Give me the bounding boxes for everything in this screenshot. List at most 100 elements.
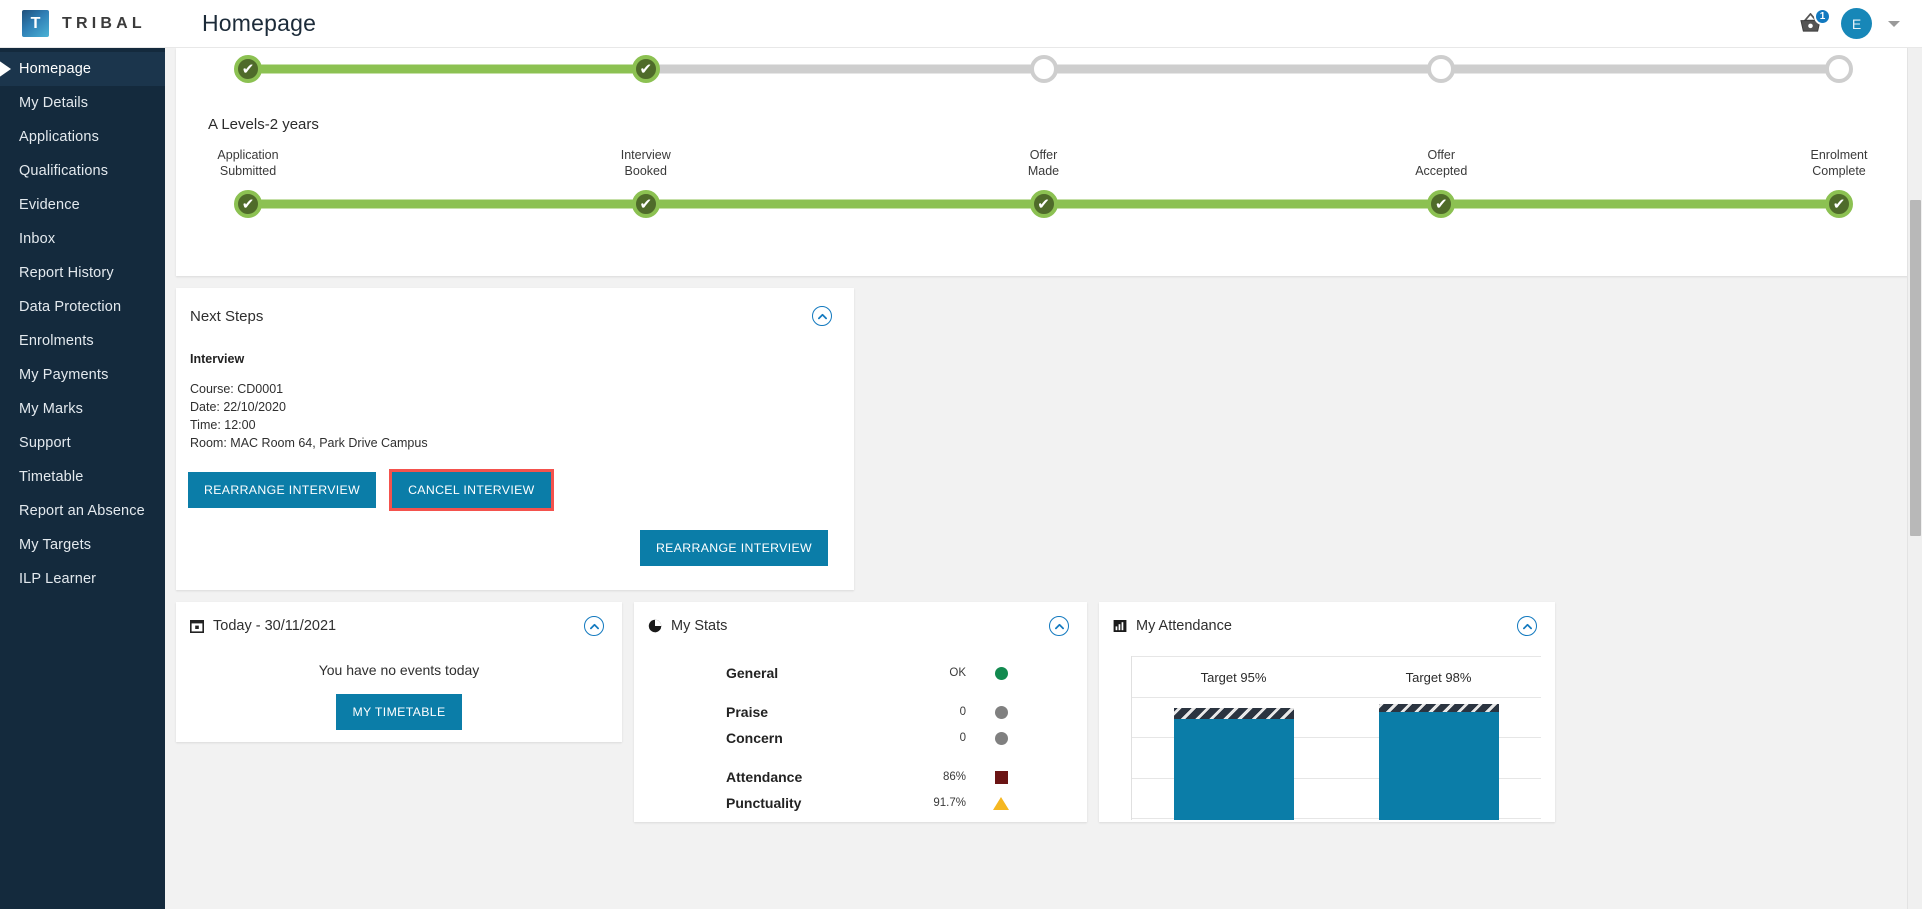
chart-bar[interactable] <box>1378 704 1499 820</box>
chart-bar[interactable] <box>1173 707 1294 820</box>
bar-chart-icon <box>1113 620 1127 632</box>
sidebar-item-report-an-absence[interactable]: Report an Absence <box>0 494 165 528</box>
sidebar-item-data-protection[interactable]: Data Protection <box>0 290 165 324</box>
rearrange-interview-button-secondary[interactable]: REARRANGE INTERVIEW <box>639 530 828 566</box>
sidebar-item-support[interactable]: Support <box>0 426 165 460</box>
shopping-basket-button[interactable]: 1 <box>1795 7 1831 39</box>
sidebar-item-inbox[interactable]: Inbox <box>0 222 165 256</box>
today-collapse-button[interactable] <box>584 616 604 636</box>
progress-step-node[interactable]: ✔ <box>234 190 262 218</box>
sidebar-item-my-payments[interactable]: My Payments <box>0 358 165 392</box>
next-steps-details: Course: CD0001 Date: 22/10/2020 Time: 12:0… <box>176 366 854 452</box>
check-icon: ✔ <box>639 195 653 213</box>
sidebar-item-report-history[interactable]: Report History <box>0 256 165 290</box>
next-steps-header: Next Steps <box>176 306 854 326</box>
sidebar-item-my-targets[interactable]: My Targets <box>0 528 165 562</box>
check-icon: ✔ <box>241 60 255 78</box>
my-attendance-title-group: My Attendance <box>1113 618 1232 634</box>
progress-tracker-top: ✔ ✔ <box>218 48 1869 90</box>
sidebar-item-qualifications[interactable]: Qualifications <box>0 154 165 188</box>
next-steps-detail-line: Course: CD0001 <box>190 382 284 396</box>
scrollbar-thumb[interactable] <box>1910 200 1921 536</box>
chart-bar-target-gap-segment <box>1173 707 1294 719</box>
header-actions: 1 E <box>1795 7 1922 39</box>
status-triangle-icon <box>993 796 1009 810</box>
status-circle-icon <box>994 666 1008 680</box>
cancel-interview-button[interactable]: CANCEL INTERVIEW <box>389 469 554 511</box>
my-stats-title-group: My Stats <box>648 618 727 634</box>
progress-step-label-line1: Offer <box>1029 148 1058 162</box>
sidebar-item-label: Timetable <box>19 469 84 485</box>
progress-step-node[interactable]: ✔ <box>1427 190 1456 218</box>
my-attendance-collapse-button[interactable] <box>1517 616 1537 636</box>
sidebar-item-label: My Details <box>19 95 89 111</box>
sidebar-item-my-marks[interactable]: My Marks <box>0 392 165 426</box>
progress-step-label-line1: Interview <box>620 148 671 162</box>
sidebar-navigation: Homepage My Details Applications Qualificat… <box>0 48 165 909</box>
my-stats-collapse-button[interactable] <box>1049 616 1069 636</box>
progress-step-node[interactable]: ✔ <box>631 190 660 218</box>
next-steps-detail-line: Time: 12:00 <box>190 418 256 432</box>
stat-row: Punctuality 91.7% <box>634 790 1087 816</box>
sidebar-item-timetable[interactable]: Timetable <box>0 460 165 494</box>
chevron-up-icon <box>1522 623 1532 629</box>
progress-step-node[interactable]: ✔ <box>234 55 262 83</box>
basket-count-badge: 1 <box>1814 7 1831 25</box>
progress-step-label-line2: Accepted <box>1415 164 1468 178</box>
today-widget-header: Today - 30/11/2021 <box>176 616 622 636</box>
progress-step-node[interactable] <box>1427 55 1456 83</box>
progress-track-fill <box>248 64 646 74</box>
sidebar-item-enrolments[interactable]: Enrolments <box>0 324 165 358</box>
next-steps-collapse-button[interactable] <box>812 306 832 326</box>
sidebar-item-my-details[interactable]: My Details <box>0 86 165 120</box>
sidebar-item-label: Report an Absence <box>19 503 145 519</box>
next-steps-actions: REARRANGE INTERVIEW CANCEL INTERVIEW <box>176 452 854 511</box>
check-icon: ✔ <box>1434 195 1448 213</box>
progress-step-node[interactable]: ✔ <box>631 55 660 83</box>
sidebar-item-applications[interactable]: Applications <box>0 120 165 154</box>
rearrange-interview-button[interactable]: REARRANGE INTERVIEW <box>188 472 377 508</box>
progress-step-label: Application Submitted <box>217 147 278 179</box>
tracker-course-title: A Levels-2 years <box>208 116 319 133</box>
tracker-step-labels: Application Submitted Interview Booked Offer… <box>217 147 1869 183</box>
my-stats-list: General OK Praise 0 Concern 0 Attendance 86% Pun… <box>634 636 1087 816</box>
check-icon: ✔ <box>241 195 255 213</box>
chevron-down-icon[interactable] <box>1888 20 1900 27</box>
sidebar-item-homepage[interactable]: Homepage <box>0 52 165 86</box>
progress-step-node[interactable] <box>1029 55 1058 83</box>
status-circle-icon <box>994 705 1008 719</box>
progress-step-node[interactable] <box>1825 55 1853 83</box>
my-attendance-header: My Attendance <box>1099 616 1555 636</box>
top-header-bar: T TRIBAL Homepage 1 E <box>0 0 1922 48</box>
sidebar-item-label: My Payments <box>19 367 109 383</box>
my-attendance-widget: My Attendance Target 95% Target 98% <box>1099 602 1555 822</box>
progress-tracker-second: ✔ ✔ ✔ ✔ ✔ <box>218 183 1869 225</box>
stat-indicator <box>966 770 1036 784</box>
sidebar-item-evidence[interactable]: Evidence <box>0 188 165 222</box>
chart-bar-slot: Target 95% <box>1131 656 1336 820</box>
tribal-logo-icon: T <box>22 10 49 37</box>
progress-step-node[interactable]: ✔ <box>1825 190 1853 218</box>
main-content-area: ✔ ✔ A Levels-2 years Application Submitted… <box>165 48 1922 909</box>
sidebar-item-ilp-learner[interactable]: ILP Learner <box>0 562 165 596</box>
stat-indicator <box>966 731 1036 745</box>
today-widget-body: You have no events today MY TIMETABLE <box>176 636 622 730</box>
sidebar-item-label: Enrolments <box>19 333 94 349</box>
progress-step-label-line1: Offer <box>1427 148 1456 162</box>
dashboard-widgets-row: Today - 30/11/2021 You have no events to… <box>176 602 1911 822</box>
next-steps-detail-line: Room: MAC Room 64, Park Drive Campus <box>190 436 428 450</box>
my-timetable-button[interactable]: MY TIMETABLE <box>336 694 462 730</box>
brand-logo[interactable]: T TRIBAL <box>0 10 180 37</box>
chevron-up-icon <box>1054 623 1064 629</box>
vertical-scrollbar[interactable] <box>1907 48 1922 909</box>
sidebar-item-label: My Marks <box>19 401 84 417</box>
stat-indicator <box>966 705 1036 719</box>
user-avatar[interactable]: E <box>1841 8 1872 39</box>
body-region: Homepage My Details Applications Qualificat… <box>0 48 1922 909</box>
chevron-up-icon <box>817 313 827 319</box>
progress-step-node[interactable]: ✔ <box>1029 190 1058 218</box>
stat-value: 91.7% <box>933 797 966 809</box>
brand-name: TRIBAL <box>62 14 146 32</box>
next-steps-card: Next Steps Interview Course: CD0001 Date:… <box>176 288 854 590</box>
chart-bar-actual-segment <box>1173 718 1294 820</box>
